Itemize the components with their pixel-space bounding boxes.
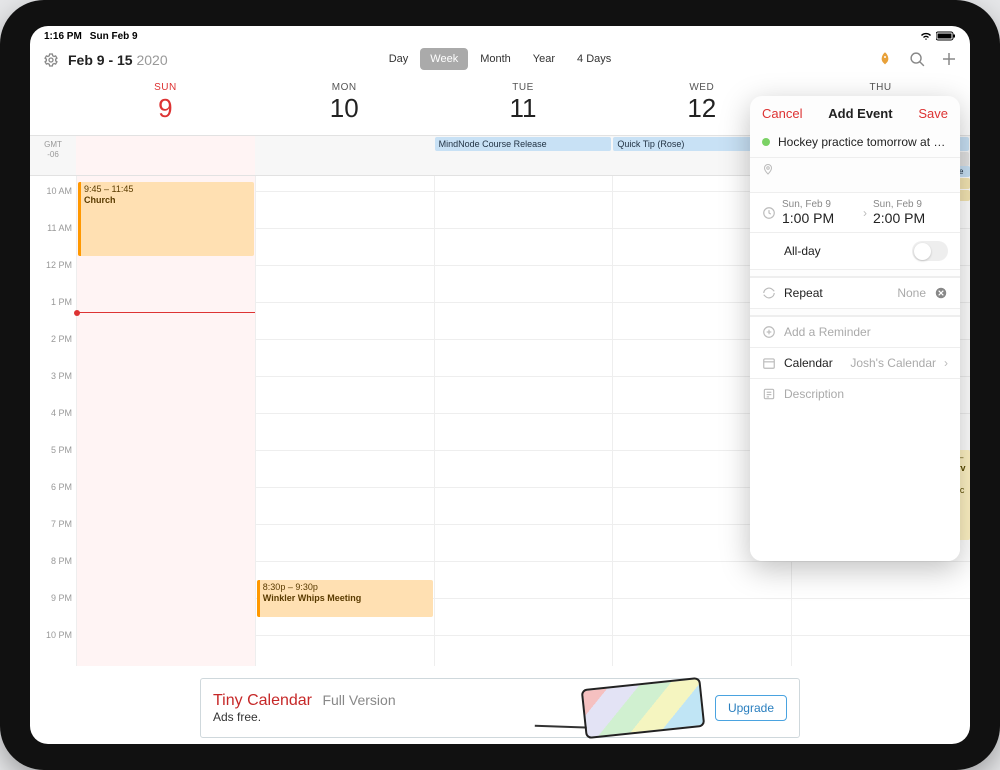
timezone-label: GMT -06: [30, 136, 76, 175]
popover-title: Add Event: [828, 106, 892, 121]
status-icons: [920, 31, 956, 41]
event-church[interactable]: 9:45 – 11:45 Church: [78, 182, 254, 256]
event-title-row[interactable]: Hockey practice tomorrow at 9:…: [750, 127, 960, 157]
battery-icon: [936, 31, 956, 41]
col-mon[interactable]: 8:30p – 9:30p Winkler Whips Meeting: [255, 176, 434, 666]
time-row[interactable]: Sun, Feb 9 1:00 PM › Sun, Feb 9 2:00 PM: [750, 193, 960, 232]
time-gutter: 10 AM 11 AM 12 PM 1 PM 2 PM 3 PM 4 PM 5 …: [30, 176, 76, 666]
ad-subtitle: Full Version: [322, 692, 395, 708]
date-range[interactable]: Feb 9 - 15 2020: [68, 52, 168, 68]
day-mon[interactable]: MON 10: [255, 76, 434, 135]
view-week[interactable]: Week: [420, 48, 468, 70]
day-tue[interactable]: TUE 11: [434, 76, 613, 135]
ad-title: Tiny Calendar: [213, 692, 312, 709]
upgrade-button[interactable]: Upgrade: [715, 695, 787, 721]
plus-circle-icon: [762, 325, 776, 339]
add-event-popover: Cancel Add Event Save Hockey practice to…: [750, 96, 960, 561]
calendar-icon: [762, 356, 776, 370]
day-sun[interactable]: SUN 9: [76, 76, 255, 135]
calendar-row[interactable]: Calendar Josh's Calendar ›: [750, 347, 960, 378]
ipad-frame: 1:16 PM Sun Feb 9 Feb 9 - 15 2020 Day We…: [0, 0, 1000, 770]
col-sun[interactable]: 9:45 – 11:45 Church: [76, 176, 255, 666]
search-icon[interactable]: [908, 50, 926, 68]
ad-illustration: [581, 677, 706, 739]
reminder-row[interactable]: Add a Reminder: [750, 316, 960, 347]
calendar-color-dot: [762, 138, 770, 146]
view-day[interactable]: Day: [379, 48, 419, 70]
status-date: Sun Feb 9: [90, 31, 138, 42]
event-winkler[interactable]: 8:30p – 9:30p Winkler Whips Meeting: [257, 580, 433, 617]
location-icon: [762, 162, 774, 176]
clock-icon: [762, 206, 776, 220]
rocket-icon[interactable]: [876, 50, 894, 68]
location-row[interactable]: [750, 157, 960, 186]
now-indicator: [77, 312, 255, 313]
view-year[interactable]: Year: [523, 48, 565, 70]
end-time[interactable]: Sun, Feb 9 2:00 PM: [873, 199, 948, 226]
status-bar: 1:16 PM Sun Feb 9: [30, 26, 970, 44]
repeat-row[interactable]: Repeat None: [750, 277, 960, 308]
description-row[interactable]: Description: [750, 378, 960, 561]
allday-row[interactable]: All-day: [750, 232, 960, 269]
chevron-right-icon: ›: [863, 206, 867, 220]
ad-line2: Ads free.: [213, 710, 396, 724]
save-button[interactable]: Save: [918, 106, 948, 121]
start-time[interactable]: Sun, Feb 9 1:00 PM: [782, 199, 857, 226]
cancel-button[interactable]: Cancel: [762, 106, 802, 121]
wifi-icon: [920, 31, 932, 41]
screen: 1:16 PM Sun Feb 9 Feb 9 - 15 2020 Day We…: [30, 26, 970, 744]
status-time: 1:16 PM: [44, 31, 82, 42]
allday-toggle[interactable]: [912, 241, 948, 261]
add-icon[interactable]: [940, 50, 958, 68]
chevron-right-icon: ›: [944, 356, 948, 370]
upgrade-banner: Tiny Calendar Full Version Ads free. Upg…: [200, 678, 800, 738]
repeat-icon: [762, 286, 776, 300]
view-month[interactable]: Month: [470, 48, 521, 70]
clear-icon[interactable]: [934, 286, 948, 300]
event-title-input[interactable]: Hockey practice tomorrow at 9:…: [778, 135, 948, 149]
allday-event[interactable]: MindNode Course Release: [435, 137, 612, 151]
view-4days[interactable]: 4 Days: [567, 48, 621, 70]
col-tue[interactable]: [434, 176, 613, 666]
gear-icon[interactable]: [42, 51, 60, 69]
description-icon: [762, 387, 776, 401]
